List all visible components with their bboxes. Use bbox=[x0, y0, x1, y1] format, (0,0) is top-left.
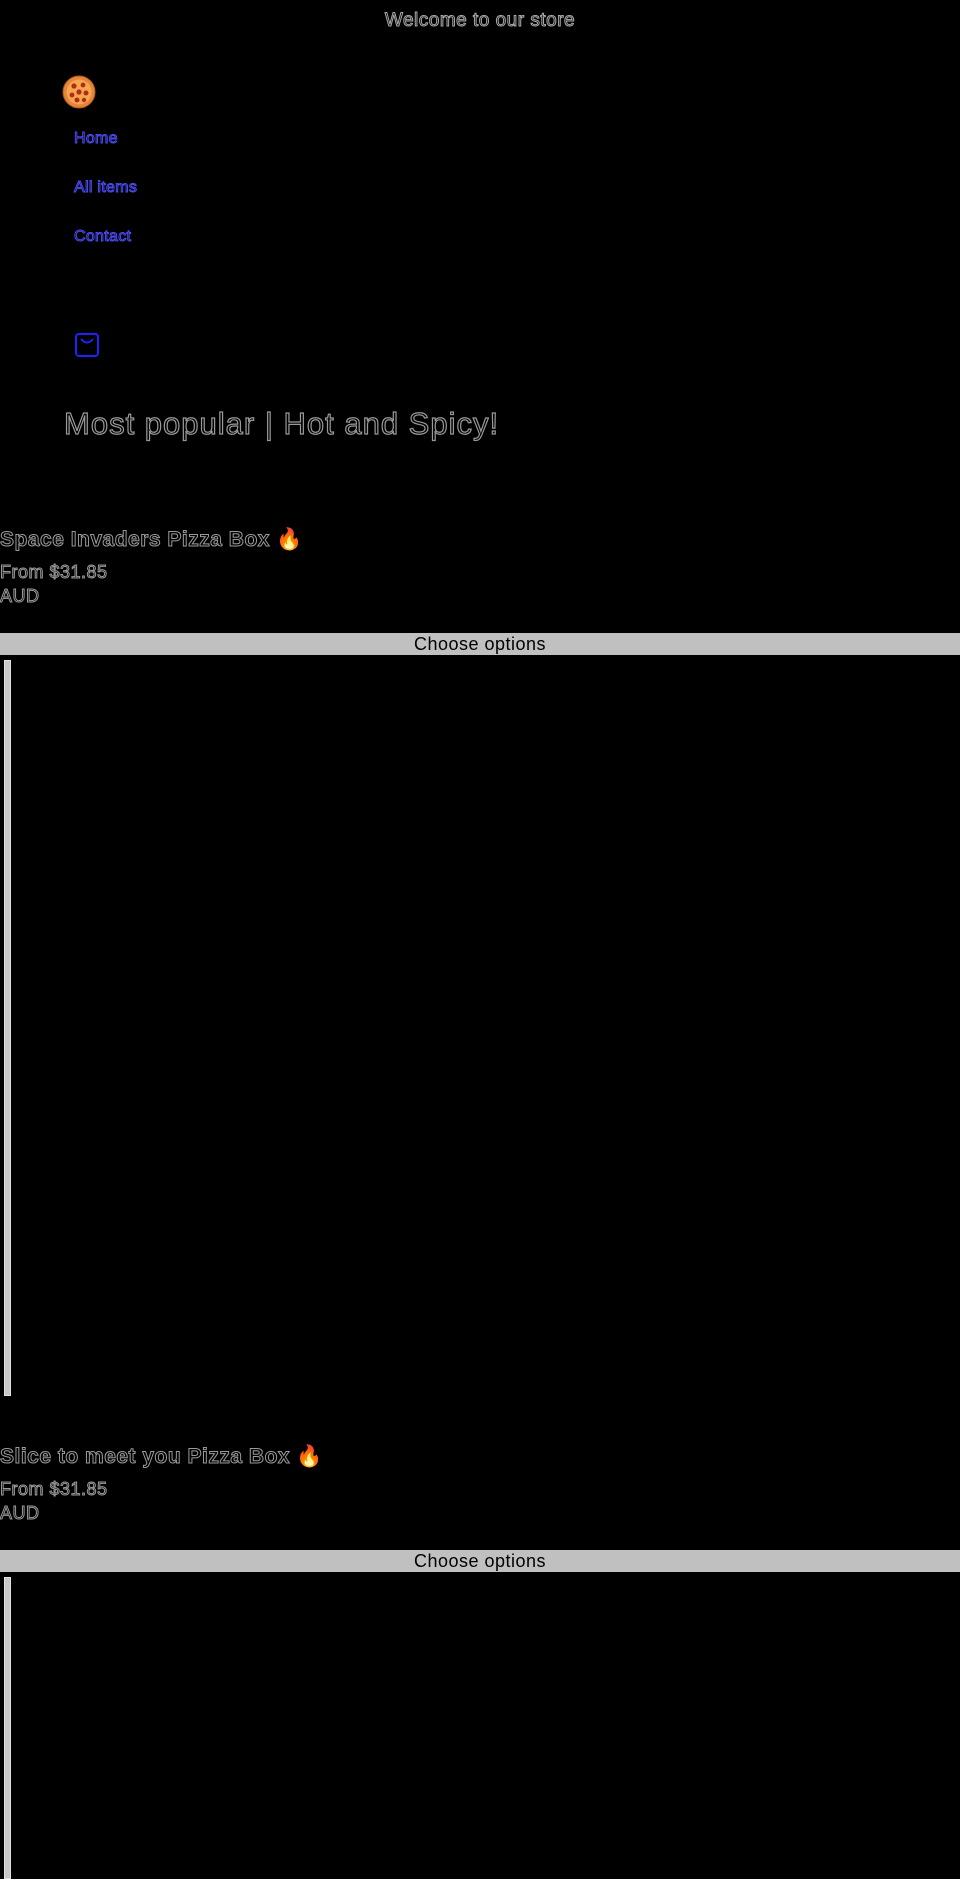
product-title[interactable]: Space Invaders Pizza Box 🔥 bbox=[0, 528, 960, 560]
nav-link-all-items[interactable]: All items bbox=[73, 179, 137, 228]
product-card: Space Invaders Pizza Box 🔥 From $31.85 A… bbox=[0, 528, 960, 608]
product-title[interactable]: Slice to meet you Pizza Box 🔥 bbox=[0, 1445, 960, 1477]
choose-options-button[interactable]: Choose options bbox=[0, 633, 960, 655]
product-media-frame[interactable] bbox=[4, 1577, 11, 1879]
main-nav: Home All items Contact bbox=[73, 130, 137, 277]
choose-options-button[interactable]: Choose options bbox=[0, 1550, 960, 1572]
product-price: From $31.85 AUD bbox=[0, 562, 108, 607]
product-card: Slice to meet you Pizza Box 🔥 From $31.8… bbox=[0, 1445, 960, 1525]
product-price: From $31.85 AUD bbox=[0, 1479, 108, 1524]
shopping-bag-icon[interactable] bbox=[74, 331, 100, 359]
collection-title: Most popular | Hot and Spicy! bbox=[63, 405, 500, 441]
announcement-bar: Welcome to our store bbox=[384, 10, 576, 32]
nav-link-contact[interactable]: Contact bbox=[73, 228, 137, 277]
product-media-frame[interactable] bbox=[4, 660, 11, 1396]
pizza-icon[interactable] bbox=[62, 75, 96, 109]
nav-link-home[interactable]: Home bbox=[73, 130, 137, 179]
